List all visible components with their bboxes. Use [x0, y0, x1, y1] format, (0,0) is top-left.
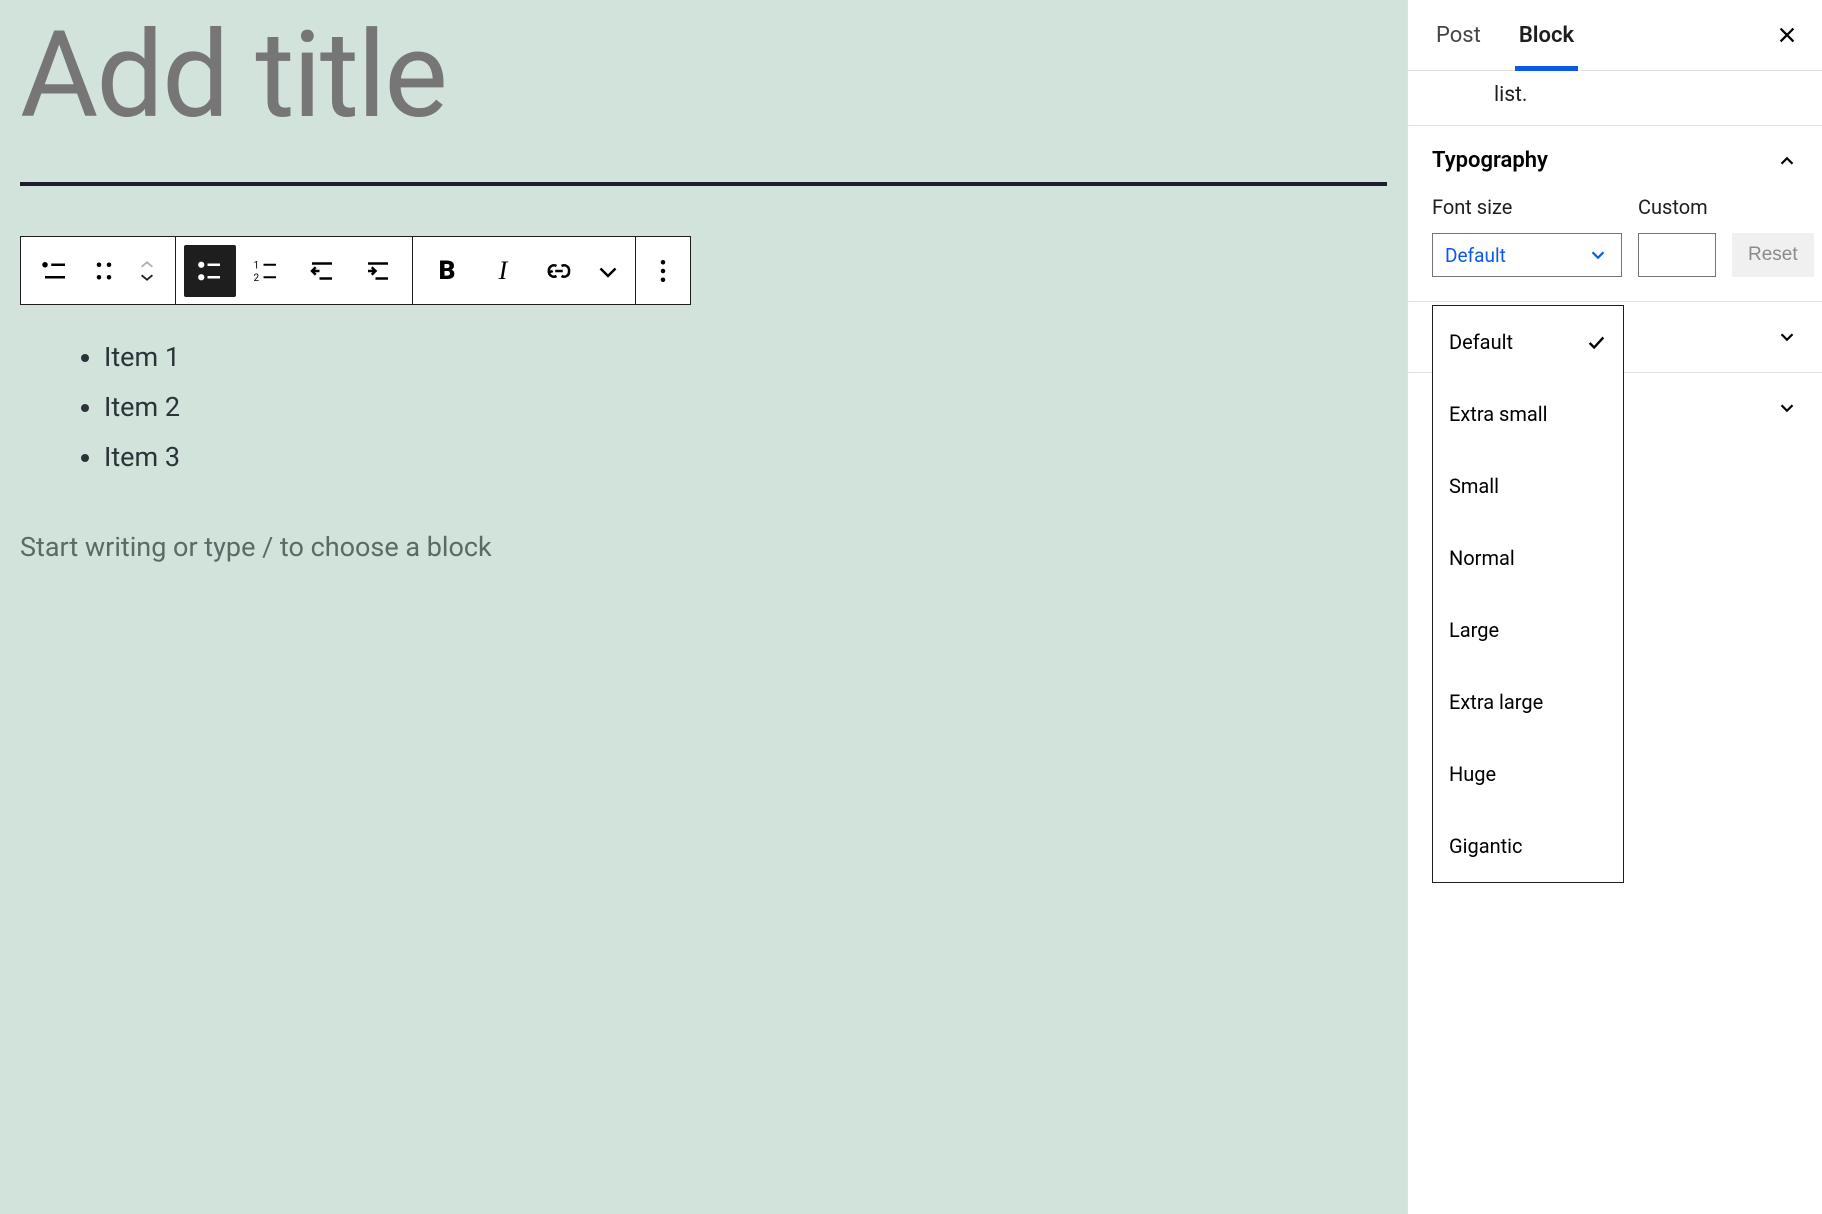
svg-text:1: 1 [254, 260, 260, 271]
block-options-button[interactable] [644, 245, 682, 297]
indent-button[interactable] [352, 245, 404, 297]
font-size-option-default[interactable]: Default [1433, 306, 1623, 378]
chevron-down-icon [1776, 326, 1798, 348]
sidebar-tabs: Post Block [1408, 0, 1822, 71]
ordered-list-button[interactable]: 12 [240, 245, 292, 297]
option-label: Huge [1449, 762, 1496, 786]
editor-canvas: Add title 12 [0, 0, 1407, 1214]
check-icon [1585, 331, 1607, 353]
list-item[interactable]: Item 1 [104, 333, 1387, 383]
typography-panel-title: Typography [1432, 148, 1548, 173]
font-size-option-normal[interactable]: Normal [1433, 522, 1623, 594]
unordered-list-button[interactable] [184, 245, 236, 297]
outdent-button[interactable] [296, 245, 348, 297]
list-item[interactable]: Item 3 [104, 433, 1387, 483]
block-appender-prompt[interactable]: Start writing or type / to choose a bloc… [20, 531, 1387, 563]
typography-panel-body: Font size Default Custom Reset [1408, 195, 1822, 301]
list-block[interactable]: Item 1 Item 2 Item 3 [20, 333, 1387, 483]
tab-block[interactable]: Block [1509, 0, 1584, 70]
toolbar-group-options [636, 237, 690, 304]
settings-sidebar: Post Block list. Typography Font size De… [1407, 0, 1822, 1214]
drag-handle-icon[interactable] [85, 245, 123, 297]
font-size-option-small[interactable]: Small [1433, 450, 1623, 522]
italic-button[interactable]: I [477, 245, 529, 297]
custom-font-size-input[interactable] [1638, 233, 1716, 277]
option-label: Normal [1449, 546, 1515, 570]
chevron-up-icon [1776, 150, 1798, 172]
post-title-input[interactable]: Add title [20, 0, 1387, 182]
more-format-button[interactable] [589, 245, 627, 297]
toolbar-group-list-style: 12 [176, 237, 413, 304]
block-toolbar: 12 B I [20, 236, 691, 305]
chevron-down-icon [1776, 397, 1798, 419]
option-label: Small [1449, 474, 1499, 498]
option-label: Gigantic [1449, 834, 1523, 858]
font-size-option-huge[interactable]: Huge [1433, 738, 1623, 810]
typography-panel-header[interactable]: Typography [1408, 126, 1822, 195]
option-label: Extra small [1449, 402, 1548, 426]
bold-button[interactable]: B [421, 245, 473, 297]
font-size-selected-value: Default [1445, 244, 1506, 267]
separator-block[interactable] [20, 182, 1387, 186]
custom-size-label: Custom [1638, 195, 1716, 219]
move-up-down-buttons[interactable] [127, 245, 167, 297]
link-button[interactable] [533, 245, 585, 297]
list-block-icon[interactable] [29, 245, 81, 297]
reset-font-size-button[interactable]: Reset [1732, 233, 1814, 277]
font-size-dropdown: Default Extra small Small Normal Large E… [1432, 305, 1624, 883]
list-item[interactable]: Item 2 [104, 383, 1387, 433]
block-description: list. [1408, 71, 1822, 126]
font-size-option-gigantic[interactable]: Gigantic [1433, 810, 1623, 882]
option-label: Default [1449, 330, 1513, 354]
font-size-label: Font size [1432, 195, 1622, 219]
option-label: Extra large [1449, 690, 1543, 714]
chevron-down-icon [1587, 244, 1609, 266]
toolbar-group-format: B I [413, 237, 636, 304]
tab-post[interactable]: Post [1426, 0, 1491, 70]
font-size-select[interactable]: Default [1432, 233, 1622, 277]
font-size-option-extra-small[interactable]: Extra small [1433, 378, 1623, 450]
option-label: Large [1449, 618, 1499, 642]
toolbar-group-block [21, 237, 176, 304]
font-size-option-large[interactable]: Large [1433, 594, 1623, 666]
font-size-option-extra-large[interactable]: Extra large [1433, 666, 1623, 738]
close-sidebar-button[interactable] [1770, 18, 1804, 52]
svg-text:2: 2 [254, 273, 260, 284]
